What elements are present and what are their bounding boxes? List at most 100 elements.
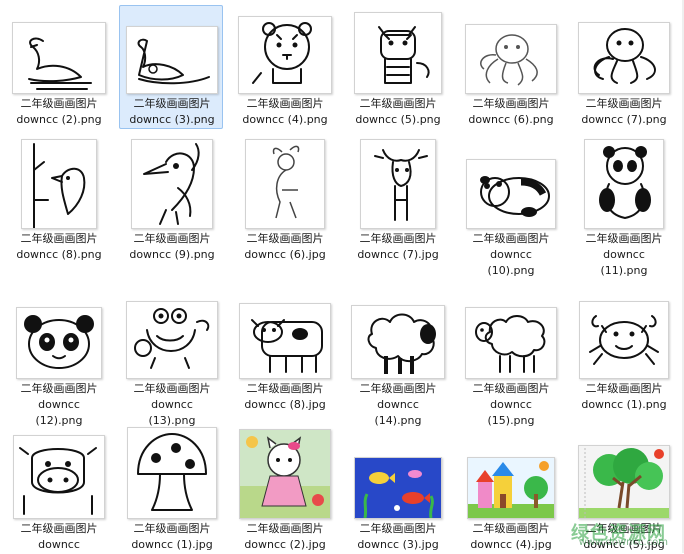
file-item[interactable]: 二年级画画图片 downcc (9).png [119, 139, 224, 264]
kitty-color-image [239, 429, 331, 519]
file-thumbnail [120, 6, 224, 94]
file-item[interactable]: 二年级画画图片 downcc (6).png [458, 5, 562, 129]
file-item[interactable]: 二年级画画图片 downcc (14).png [345, 290, 449, 430]
file-name: downcc (7).png [581, 113, 667, 126]
crab-image [579, 301, 669, 379]
file-name: downcc (1).png [581, 398, 667, 411]
file-label: 二年级画画图片 downcc (5).jpg [572, 521, 676, 553]
file-name: downcc (7).jpg [357, 248, 439, 261]
file-item[interactable]: 二年级画画图片 downcc (8).png [6, 139, 111, 264]
file-title: 二年级画画图片 [585, 97, 663, 110]
file-thumbnail [120, 139, 224, 229]
file-thumbnail [346, 291, 450, 379]
swan-image [12, 22, 106, 94]
file-item[interactable]: 二年级画画图片 downcc (2).png [6, 5, 110, 129]
file-label: 二年级画画图片 downcc (6).png [459, 96, 563, 128]
file-item[interactable]: 二年级画画图片 downcc (12).png [6, 290, 110, 430]
file-title: 二年级画画图片 [585, 232, 663, 245]
file-label: 二年级画画图片 downcc (7).png [572, 96, 676, 128]
file-label: 二年级画画图片 downcc (4).png [233, 96, 337, 128]
file-label: 二年级画画图片 downcc (10).png [459, 231, 563, 279]
file-title: 二年级画画图片 [133, 97, 211, 110]
swan-lake-image [126, 26, 218, 94]
file-item[interactable]: 二年级画画图片 downcc (15).png [458, 290, 562, 430]
file-title: 二年级画画图片 [133, 382, 211, 395]
file-item[interactable]: 二年级画画图片 downcc (6).jpg [232, 139, 337, 264]
file-label: 二年级画画图片 downcc (8).jpg [233, 381, 337, 413]
panda-sitting-image [584, 139, 664, 229]
file-name: downcc (4).jpg [470, 538, 552, 551]
file-thumbnail [459, 6, 563, 94]
file-label: 二年级画画图片 downcc (1).png [572, 381, 676, 413]
file-title: 二年级画画图片 [472, 97, 550, 110]
file-label: 二年级画画图片 downcc (7).jpg [346, 231, 450, 263]
file-thumbnail [233, 291, 337, 379]
file-name: downcc (2).png [16, 113, 102, 126]
file-thumbnail [572, 431, 676, 519]
file-name: downcc (6).jpg [244, 248, 326, 261]
file-thumbnail [233, 139, 337, 229]
file-thumbnail [459, 141, 563, 229]
file-item[interactable]: 二年级画画图片 downcc (8).jpg [232, 290, 336, 414]
file-name: downcc (6).png [468, 113, 554, 126]
file-label: 二年级画画图片 downcc (11).png [572, 231, 676, 279]
file-thumbnail [346, 6, 450, 94]
file-grid: 二年级画画图片 downcc (2).png 二年级画画图片 downcc (3).p… [0, 0, 684, 553]
file-item[interactable]: 二年级画画图片 downcc (13).png [119, 290, 223, 430]
file-label: 二年级画画图片 downcc (5).png [346, 96, 450, 128]
file-item[interactable]: 二年级画画图片 downcc (1).jpg [119, 427, 224, 554]
file-name: downcc (13).png [148, 398, 196, 427]
sheep-image [465, 307, 557, 379]
file-label: 二年级画画图片 downcc (13).png [120, 381, 224, 429]
tiger-face-image [238, 16, 332, 94]
file-title: 二年级画画图片 [472, 522, 550, 535]
file-title: 二年级画画图片 [20, 382, 98, 395]
tree-color-image [578, 445, 670, 519]
crab-cartoon-image [126, 301, 218, 379]
file-item[interactable]: 二年级画画图片 downcc (11).png [571, 139, 676, 280]
file-title: 二年级画画图片 [133, 232, 211, 245]
file-item[interactable]: 二年级画画图片 downcc (2).jpg [232, 429, 337, 554]
file-thumbnail [572, 6, 676, 94]
file-item[interactable]: 二年级画画图片 downcc (7).png [571, 5, 675, 129]
file-name: downcc (10).png [487, 248, 535, 277]
file-item[interactable]: 二年级画画图片 downcc (1).png [571, 290, 675, 414]
file-item[interactable]: 二年级画画图片 downcc (7).jpg [345, 139, 450, 264]
file-label: 二年级画画图片 downcc (14).png [346, 381, 450, 429]
file-name: downcc (8).jpg [244, 398, 326, 411]
file-thumbnail [346, 431, 450, 519]
file-item[interactable]: 二年级画画图片 downcc (3).jpg [345, 430, 449, 554]
file-title: 二年级画画图片 [359, 522, 437, 535]
file-label: 二年级画画图片 downcc (2).png [7, 96, 111, 128]
file-thumbnail [7, 6, 111, 94]
octopus-big-image [578, 22, 670, 94]
file-thumbnail [572, 291, 676, 379]
file-item[interactable]: 二年级画画图片 downcc (4).jpg [458, 430, 562, 554]
octopus-image [465, 24, 557, 94]
bird-branch-image [21, 139, 97, 229]
file-label: 二年级画画图片 downcc (9).png [120, 231, 224, 263]
file-item[interactable]: 二年级画画图片 downcc [6, 430, 110, 554]
file-thumbnail [233, 6, 337, 94]
file-thumbnail [233, 429, 337, 519]
file-item[interactable]: 二年级画画图片 downcc (10).png [458, 140, 562, 280]
file-name: downcc (4).png [242, 113, 328, 126]
file-item[interactable]: 二年级画画图片 downcc (4).png [232, 5, 336, 129]
file-item[interactable]: 二年级画画图片 downcc (5).png [345, 5, 449, 129]
fish-color-image [354, 457, 442, 519]
file-label: 二年级画画图片 downcc (3).jpg [346, 521, 450, 553]
file-thumbnail [7, 139, 111, 229]
file-label: 二年级画画图片 downcc (2).jpg [233, 521, 337, 553]
file-thumbnail [7, 291, 111, 379]
file-label: 二年级画画图片 downcc (8).png [7, 231, 111, 263]
file-item[interactable]: 二年级画画图片 downcc (3).png [119, 5, 223, 129]
file-name: downcc (14).png [374, 398, 422, 427]
file-label: 二年级画画图片 downcc (1).jpg [120, 521, 224, 553]
file-title: 二年级画画图片 [472, 232, 550, 245]
file-title: 二年级画画图片 [359, 382, 437, 395]
file-thumbnail [120, 427, 224, 519]
file-name: downcc (2).jpg [244, 538, 326, 551]
file-item[interactable]: 二年级画画图片 downcc (5).jpg [571, 430, 675, 554]
file-thumbnail [572, 139, 676, 229]
file-name: downcc (5).png [355, 113, 441, 126]
